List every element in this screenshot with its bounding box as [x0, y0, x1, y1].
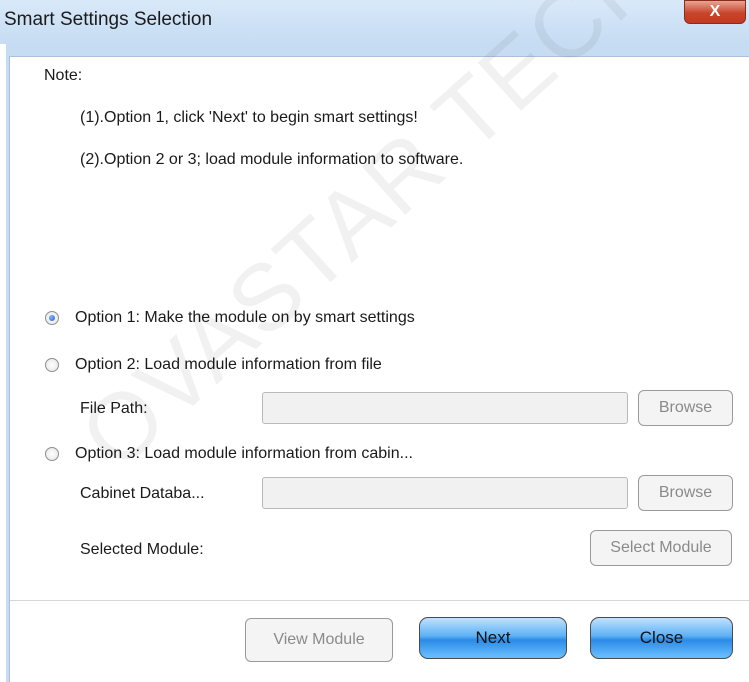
window-close-button[interactable]: X: [684, 0, 746, 24]
note-heading: Note:: [44, 67, 83, 84]
cabinet-database-browse-button[interactable]: Browse: [638, 475, 733, 511]
option-3-radio[interactable]: [45, 447, 59, 461]
window-title: Smart Settings Selection: [4, 9, 213, 30]
next-button[interactable]: Next: [419, 617, 567, 659]
file-path-input[interactable]: [262, 392, 628, 424]
note-line-1: (1).Option 1, click 'Next' to begin smar…: [80, 109, 418, 126]
view-module-button[interactable]: View Module: [245, 618, 393, 662]
footer-separator: [10, 600, 749, 601]
option-1-radio[interactable]: [45, 311, 59, 325]
file-path-browse-button[interactable]: Browse: [638, 390, 733, 426]
cabinet-database-label: Cabinet Databa...: [80, 485, 205, 502]
select-module-button[interactable]: Select Module: [590, 530, 732, 566]
close-button[interactable]: Close: [590, 617, 733, 659]
cabinet-database-input[interactable]: [262, 477, 628, 509]
option-2-radio[interactable]: [45, 358, 59, 372]
selected-module-label: Selected Module:: [80, 541, 204, 558]
